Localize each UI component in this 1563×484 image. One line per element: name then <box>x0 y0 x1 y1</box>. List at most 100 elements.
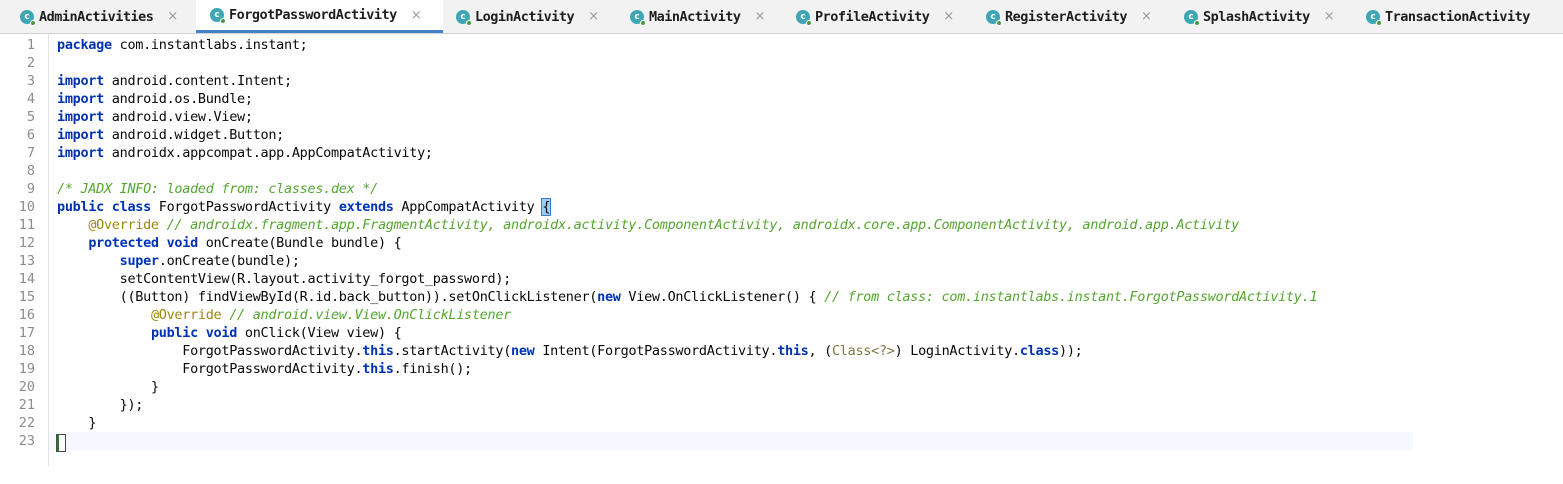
code-text: } <box>88 415 97 431</box>
java-class-icon: c <box>1184 9 1200 26</box>
close-icon[interactable]: × <box>1141 9 1152 24</box>
code-text: com.instantlabs.instant; <box>111 37 308 53</box>
line-number: 8 <box>26 163 35 179</box>
tab-forgot-password-activity[interactable]: c ForgotPasswordActivity × <box>196 0 443 33</box>
close-icon[interactable]: × <box>588 9 599 24</box>
code-text: View.OnClickListener() { <box>620 289 825 305</box>
code-text: .finish(); <box>393 361 473 377</box>
close-icon[interactable]: × <box>167 9 178 24</box>
close-icon[interactable]: × <box>943 9 954 24</box>
java-class-icon: c <box>796 9 812 26</box>
code-line: ((Button) findViewById(R.id.back_button)… <box>57 288 1318 306</box>
close-icon[interactable]: × <box>755 9 766 24</box>
tab-login-activity[interactable]: c LoginActivity × <box>456 0 599 33</box>
code-line: import androidx.appcompat.app.AppCompatA… <box>57 144 433 162</box>
code-text: Intent(ForgotPasswordActivity. <box>534 343 778 359</box>
keyword: void <box>205 325 238 341</box>
code-line: protected void onCreate(Bundle bundle) { <box>57 234 401 252</box>
code-text: onCreate(Bundle bundle) { <box>197 235 402 251</box>
tab-splash-activity[interactable]: c SplashActivity × <box>1184 0 1335 33</box>
code-text: .startActivity( <box>393 343 512 359</box>
keyword: import <box>57 73 104 89</box>
code-line: public class ForgotPasswordActivity exte… <box>57 198 552 216</box>
line-number: 20 <box>18 379 35 395</box>
code-text: androidx.appcompat.app.AppCompatActivity… <box>103 145 433 161</box>
code-line: import android.widget.Button; <box>57 126 284 144</box>
line-number: 15 <box>18 289 35 305</box>
tab-admin-activities[interactable]: c AdminActivities × <box>20 0 178 33</box>
keyword: package <box>57 37 112 53</box>
line-number: 5 <box>26 109 35 125</box>
line-number: 17 <box>18 325 35 341</box>
code-line: import android.content.Intent; <box>57 72 292 90</box>
line-number: 18 <box>18 343 35 359</box>
keyword: public <box>57 199 104 215</box>
line-number: 7 <box>26 145 35 161</box>
code-text: setContentView(R.layout.activity_forgot_… <box>119 271 512 287</box>
keyword: new <box>597 289 621 305</box>
line-number: 12 <box>18 235 35 251</box>
code-text: }); <box>119 397 144 413</box>
line-number: 3 <box>26 73 35 89</box>
comment: // from class: com.instantlabs.instant.F… <box>824 289 1318 305</box>
code-text: , ( <box>808 343 833 359</box>
line-number: 2 <box>26 55 35 71</box>
keyword: import <box>57 91 104 107</box>
tab-profile-activity[interactable]: c ProfileActivity × <box>796 0 954 33</box>
keyword: this <box>362 343 394 359</box>
code-text: ForgotPasswordActivity. <box>182 343 363 359</box>
tab-label: ProfileActivity <box>815 8 930 25</box>
keyword: import <box>57 145 104 161</box>
code-line: } <box>57 414 96 432</box>
line-number: 4 <box>26 91 35 107</box>
matched-brace: { <box>541 198 552 216</box>
code-text: } <box>150 379 159 395</box>
code-area[interactable]: package com.instantlabs.instant; import … <box>56 34 1318 484</box>
code-line: ForgotPasswordActivity.this.startActivit… <box>57 342 1083 360</box>
code-editor[interactable]: 1 2 3 4 5 6 7 8 9 10 11 12 13 14 15 16 1… <box>0 34 1563 466</box>
tab-transaction-activity[interactable]: c TransactionActivity <box>1366 0 1530 33</box>
tab-label: SplashActivity <box>1203 8 1310 25</box>
java-class-icon: c <box>986 9 1002 26</box>
tab-register-activity[interactable]: c RegisterActivity × <box>986 0 1152 33</box>
code-text: ForgotPasswordActivity. <box>182 361 363 377</box>
keyword: void <box>166 235 199 251</box>
line-number: 9 <box>26 181 35 197</box>
annotation: @Override <box>150 307 222 323</box>
tab-label: RegisterActivity <box>1005 8 1128 25</box>
keyword: import <box>57 127 104 143</box>
line-number: 10 <box>18 199 35 215</box>
tab-label: ForgotPasswordActivity <box>229 7 397 23</box>
code-text: ) LoginActivity. <box>894 343 1021 359</box>
keyword: protected <box>88 235 159 251</box>
code-text: android.content.Intent; <box>103 73 292 89</box>
code-text: AppCompatActivity <box>393 199 543 215</box>
code-line: }); <box>57 396 144 414</box>
line-number: 22 <box>18 415 35 431</box>
code-text: .onCreate(bundle); <box>158 253 300 269</box>
code-line <box>56 432 66 452</box>
line-number: 23 <box>18 433 35 449</box>
line-number: 11 <box>18 217 35 233</box>
current-line-highlight <box>49 432 1413 450</box>
close-icon[interactable]: × <box>1324 9 1335 24</box>
code-line: import android.view.View; <box>57 108 253 126</box>
code-line: @Override // android.view.View.OnClickLi… <box>57 306 511 324</box>
tab-label: AdminActivities <box>39 8 154 25</box>
comment: /* JADX INFO: loaded from: classes.dex *… <box>57 181 378 197</box>
code-line: @Override // androidx.fragment.app.Fragm… <box>57 216 1239 234</box>
code-line: import android.os.Bundle; <box>57 90 253 108</box>
keyword: class <box>111 199 151 215</box>
line-number: 16 <box>18 307 35 323</box>
annotation: @Override <box>88 217 159 233</box>
code-text: ((Button) findViewById(R.id.back_button)… <box>119 289 598 305</box>
keyword: this <box>362 361 394 377</box>
java-class-icon: c <box>456 9 472 26</box>
code-line: super.onCreate(bundle); <box>57 252 300 270</box>
line-number-gutter: 1 2 3 4 5 6 7 8 9 10 11 12 13 14 15 16 1… <box>0 34 49 466</box>
code-text: onClick(View view) { <box>237 325 402 341</box>
close-icon[interactable]: × <box>411 8 422 23</box>
tab-main-activity[interactable]: c MainActivity × <box>630 0 765 33</box>
comment: // androidx.fragment.app.FragmentActivit… <box>158 217 1240 233</box>
code-line: /* JADX INFO: loaded from: classes.dex *… <box>57 180 378 198</box>
